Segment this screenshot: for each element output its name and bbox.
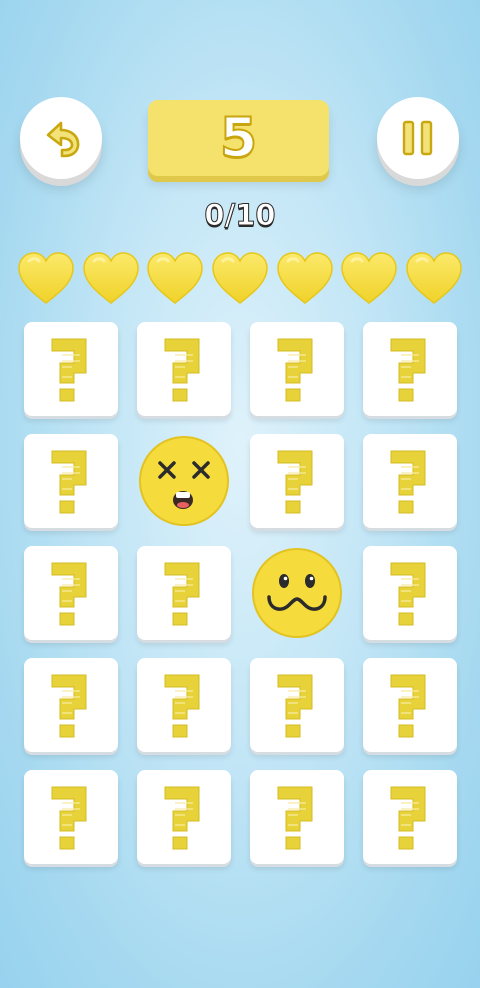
question-mark-icon: [51, 786, 87, 850]
question-mark-icon: [390, 674, 426, 738]
question-mark-icon: [277, 674, 313, 738]
hidden-card[interactable]: [137, 546, 231, 640]
undo-arrow-icon: [46, 121, 80, 158]
hidden-card[interactable]: [250, 658, 344, 752]
heart-icon: [80, 248, 142, 308]
heart-icon: [403, 248, 465, 308]
question-mark-icon: [51, 450, 87, 514]
hidden-card[interactable]: [250, 770, 344, 864]
heart-icon: [338, 248, 400, 308]
cat-smile-face-icon: [252, 548, 342, 638]
heart-icon: [274, 248, 336, 308]
hidden-card[interactable]: [363, 770, 457, 864]
question-mark-icon: [164, 674, 200, 738]
hidden-card[interactable]: [137, 322, 231, 416]
question-mark-icon: [390, 338, 426, 402]
revealed-card[interactable]: [137, 434, 231, 528]
hidden-card[interactable]: [137, 658, 231, 752]
level-display: 5: [148, 100, 329, 176]
question-mark-icon: [51, 674, 87, 738]
question-mark-icon: [277, 338, 313, 402]
question-mark-icon: [51, 338, 87, 402]
question-mark-icon: [277, 786, 313, 850]
pause-button[interactable]: [377, 97, 459, 179]
revealed-card[interactable]: [250, 546, 344, 640]
hidden-card[interactable]: [24, 658, 118, 752]
question-mark-icon: [164, 786, 200, 850]
question-mark-icon: [390, 450, 426, 514]
hidden-card[interactable]: [24, 322, 118, 416]
question-mark-icon: [164, 338, 200, 402]
lives-bar: [15, 248, 465, 308]
undo-button[interactable]: [20, 97, 102, 179]
hidden-card[interactable]: [250, 322, 344, 416]
hidden-card[interactable]: [24, 770, 118, 864]
heart-icon: [144, 248, 206, 308]
hidden-card[interactable]: [363, 434, 457, 528]
question-mark-icon: [164, 562, 200, 626]
hidden-card[interactable]: [363, 658, 457, 752]
question-mark-icon: [390, 562, 426, 626]
pause-icon: [402, 120, 433, 156]
heart-icon: [209, 248, 271, 308]
hidden-card[interactable]: [363, 322, 457, 416]
question-mark-icon: [277, 450, 313, 514]
question-mark-icon: [390, 786, 426, 850]
hidden-card[interactable]: [24, 546, 118, 640]
hidden-card[interactable]: [250, 434, 344, 528]
hidden-card[interactable]: [137, 770, 231, 864]
hidden-card[interactable]: [363, 546, 457, 640]
heart-icon: [15, 248, 77, 308]
dizzy-face-icon: [139, 436, 229, 526]
match-progress: 0/10: [204, 198, 276, 233]
level-number: 5: [219, 106, 259, 169]
question-mark-icon: [51, 562, 87, 626]
hidden-card[interactable]: [24, 434, 118, 528]
